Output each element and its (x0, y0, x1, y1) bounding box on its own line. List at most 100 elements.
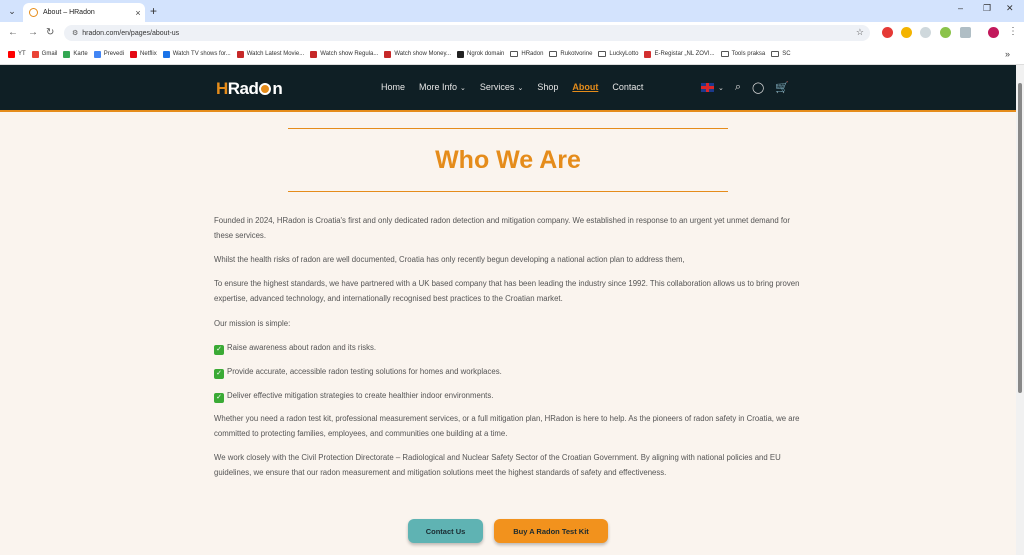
bookmark-label: Ngrok domain (467, 51, 505, 57)
main-nav: Home More Info ⌄ Services ⌄ Shop About Contact (381, 82, 643, 92)
url-text: hradon.com/en/pages/about-us (82, 29, 180, 37)
bookmark-label: Netflix (140, 51, 157, 57)
nav-label: Shop (537, 82, 559, 92)
uk-flag-icon (701, 83, 714, 92)
intro-paragraph: Founded in 2024, HRadon is Croatia's fir… (214, 216, 790, 240)
nav-label: About (572, 82, 599, 92)
site-logo[interactable]: HRad n (216, 79, 283, 99)
bookmark-item[interactable]: Watch show Money... (384, 50, 452, 58)
bookmark-item[interactable]: Watch TV shows for... (162, 50, 231, 58)
extension-mail-icon[interactable] (901, 27, 912, 38)
mission-intro: Our mission is simple: (214, 319, 291, 328)
bookmark-favicon-icon (644, 50, 652, 58)
bookmark-item[interactable]: YT (8, 50, 26, 58)
bookmark-item[interactable]: Karte (63, 50, 88, 58)
site-header: HRad n Home More Info ⌄ Services ⌄ Shop About Co… (0, 65, 1016, 112)
language-selector[interactable]: ⌄ (701, 83, 724, 92)
bookmark-item[interactable]: Watch Latest Movie... (236, 50, 305, 58)
nav-item-services[interactable]: Services ⌄ (480, 82, 523, 92)
bookmark-item[interactable]: HRadon (510, 51, 543, 57)
about-content: Who We Are Founded in 2024, HRadon is Cr… (0, 112, 1016, 555)
bookmark-label: YT (18, 51, 26, 57)
reload-button[interactable]: ↻ (46, 27, 54, 38)
browser-chrome: ⌄ About – HRadon × + – ❐ ✕ ← → ↻ ⚙ hrado… (0, 0, 1024, 65)
services-paragraph: Whether you need a radon test kit, profe… (214, 414, 800, 438)
new-tab-button[interactable]: + (150, 4, 157, 18)
site-info-icon[interactable]: ⚙ (72, 29, 78, 37)
bookmark-label: Karte (73, 51, 88, 57)
search-icon[interactable]: ⌕ (735, 81, 741, 94)
bookmark-label: Gmail (41, 51, 58, 57)
chevron-down-icon: ⌄ (460, 85, 466, 92)
bookmark-item[interactable]: Ngrok domain (457, 50, 505, 58)
health-risk-paragraph: Whilst the health risks of radon are wel… (214, 255, 685, 264)
bookmark-favicon-icon (8, 50, 15, 58)
bookmark-label: Tools praksa (731, 51, 766, 57)
heading-bottom-divider (288, 191, 728, 192)
partnership-paragraph: To ensure the highest standards, we have… (214, 279, 800, 303)
extension-pen-icon[interactable] (940, 27, 951, 38)
bookmark-favicon-icon (384, 50, 392, 58)
bookmark-favicon-icon (310, 50, 318, 58)
bookmark-item[interactable]: Prevedi (93, 50, 125, 58)
mission-item: ✓ Deliver effective mitigation strategies… (214, 388, 804, 403)
bookmark-favicon-icon (162, 50, 170, 58)
favicon-icon (29, 8, 38, 17)
buy-test-kit-button[interactable]: Buy A Radon Test Kit (494, 519, 608, 543)
bookmark-star-icon[interactable]: ☆ (856, 27, 864, 38)
nav-label: More Info (419, 82, 458, 92)
extension-icon[interactable] (920, 27, 931, 38)
extensions-puzzle-icon[interactable] (960, 27, 971, 38)
nav-label: Services (479, 82, 515, 92)
maximize-button[interactable]: ❐ (983, 3, 991, 14)
bookmark-label: Prevedi (103, 51, 125, 57)
browser-menu-icon[interactable]: ⋮ (1008, 26, 1018, 37)
bookmark-favicon-icon (130, 50, 138, 58)
bookmark-item[interactable]: Tools praksa (720, 51, 766, 57)
nav-item-contact[interactable]: Contact (612, 82, 643, 92)
bookmark-item[interactable]: SC (771, 51, 791, 57)
bookmark-item[interactable]: LuckyLotto (598, 51, 638, 57)
chevron-down-icon: ⌄ (517, 85, 524, 92)
scrollbar-thumb[interactable] (1018, 83, 1022, 393)
bookmark-label: HRadon (521, 51, 544, 57)
nav-item-shop[interactable]: Shop (537, 82, 558, 92)
back-button[interactable]: ← (8, 27, 18, 38)
cart-icon[interactable]: 🛒 (775, 81, 789, 94)
bookmark-label: Watch Latest Movie... (246, 51, 305, 57)
bookmarks-bar: YT Gmail Karte Prevedi Netflix Watch TV shows… (0, 44, 1024, 65)
close-tab-icon[interactable]: × (131, 8, 145, 18)
minimize-button[interactable]: – (958, 3, 963, 13)
close-window-button[interactable]: ✕ (1006, 3, 1014, 14)
profile-avatar[interactable] (988, 27, 999, 38)
bookmark-item[interactable]: Rukotvorine (549, 51, 592, 57)
page-scrollbar[interactable] (1016, 65, 1024, 555)
browser-toolbar: ← → ↻ ⚙ hradon.com/en/pages/about-us ☆ (0, 22, 1024, 44)
tab-search-icon[interactable]: ⌄ (6, 5, 18, 17)
nav-item-more-info[interactable]: More Info ⌄ (419, 82, 466, 92)
extension-adblock-icon[interactable] (882, 27, 893, 38)
bookmark-favicon-icon (63, 50, 71, 58)
bookmark-item[interactable]: Gmail (31, 50, 58, 58)
logo-o-icon (259, 83, 272, 95)
bookmarks-overflow-button[interactable]: » (1005, 49, 1010, 59)
browser-tab[interactable]: About – HRadon × (23, 3, 145, 22)
nav-item-about[interactable]: About (572, 82, 598, 92)
forward-button[interactable]: → (28, 27, 38, 38)
bookmark-item[interactable]: E-Registar „NL ZOVI... (644, 50, 715, 58)
bookmark-item[interactable]: Watch show Regula... (310, 50, 379, 58)
address-bar[interactable]: ⚙ hradon.com/en/pages/about-us ☆ (64, 25, 870, 41)
checkmark-icon: ✓ (214, 345, 224, 355)
nav-item-home[interactable]: Home (381, 82, 405, 92)
folder-icon (771, 51, 780, 57)
government-paragraph: We work closely with the Civil Protectio… (214, 453, 781, 477)
bookmark-label: Watch show Money... (394, 51, 452, 57)
mission-item: ✓ Raise awareness about radon and its ris… (214, 340, 804, 355)
bookmark-favicon-icon (236, 50, 244, 58)
account-icon[interactable]: ◯ (752, 81, 764, 94)
bookmark-item[interactable]: Netflix (130, 50, 157, 58)
tab-title: About – HRadon (43, 9, 95, 16)
bookmark-label: Watch show Regula... (320, 51, 379, 57)
mission-item: ✓ Provide accurate, accessible radon test… (214, 364, 804, 379)
contact-us-button[interactable]: Contact Us (408, 519, 483, 543)
